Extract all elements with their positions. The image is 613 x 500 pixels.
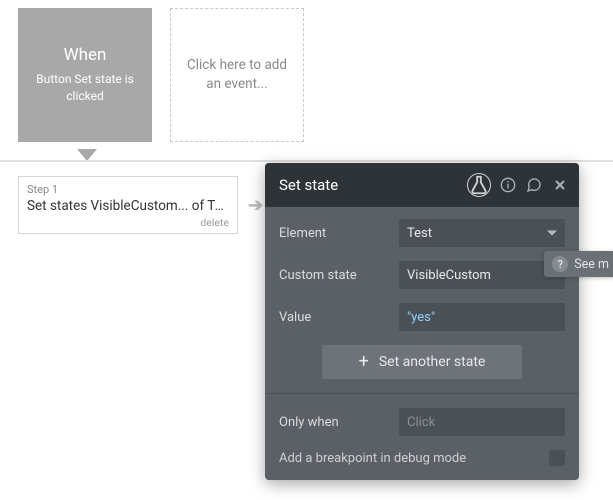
select-custom-state-value: VisibleCustom bbox=[407, 268, 491, 283]
event-subtitle: Button Set state is clicked bbox=[26, 71, 144, 105]
event-add-card[interactable]: Click here to add an event... bbox=[170, 8, 304, 142]
input-value[interactable]: "yes" bbox=[399, 303, 565, 331]
see-more-text: See m bbox=[574, 257, 609, 272]
panel-title: Set state bbox=[279, 176, 467, 194]
row-value: Value "yes" bbox=[279, 303, 565, 331]
help-icon: ? bbox=[552, 256, 568, 272]
label-element: Element bbox=[279, 226, 399, 241]
flask-icon[interactable] bbox=[467, 173, 491, 197]
plus-icon: + bbox=[359, 353, 369, 371]
label-breakpoint: Add a breakpoint in debug mode bbox=[279, 451, 466, 466]
label-value: Value bbox=[279, 310, 399, 325]
arrow-right-icon: ➔ bbox=[248, 195, 263, 216]
row-only-when: Only when Click bbox=[279, 408, 565, 436]
step-number-label: Step 1 bbox=[27, 183, 229, 196]
row-custom-state: Custom state VisibleCustom bbox=[279, 261, 565, 289]
select-element-value: Test bbox=[407, 226, 432, 241]
steps-row: Step 1 Set states VisibleCustom... of Te… bbox=[18, 176, 263, 234]
property-panel: Set state Element Test Custom st bbox=[265, 163, 579, 480]
panel-divider bbox=[265, 393, 579, 394]
label-custom-state: Custom state bbox=[279, 268, 399, 283]
select-custom-state[interactable]: VisibleCustom bbox=[399, 261, 565, 289]
panel-header: Set state bbox=[265, 163, 579, 207]
event-add-text: Click here to add an event... bbox=[179, 56, 295, 94]
step-description: Set states VisibleCustom... of Test bbox=[27, 198, 229, 214]
panel-body: Element Test Custom state VisibleCustom … bbox=[265, 207, 579, 480]
input-only-when[interactable]: Click bbox=[399, 408, 565, 436]
breakpoint-checkbox[interactable] bbox=[549, 450, 565, 466]
step-delete-link[interactable]: delete bbox=[27, 216, 229, 229]
event-title: When bbox=[64, 45, 107, 65]
event-card-selected[interactable]: When Button Set state is clicked bbox=[18, 8, 152, 142]
chevron-down-icon bbox=[547, 231, 557, 236]
set-another-state-button[interactable]: + Set another state bbox=[322, 345, 522, 379]
horizontal-divider bbox=[0, 160, 613, 162]
see-more-tab[interactable]: ? See m bbox=[544, 251, 613, 277]
events-row: When Button Set state is clicked Click h… bbox=[0, 0, 613, 142]
row-breakpoint: Add a breakpoint in debug mode bbox=[279, 450, 565, 466]
label-only-when: Only when bbox=[279, 415, 399, 430]
row-element: Element Test bbox=[279, 219, 565, 247]
comment-icon[interactable] bbox=[525, 176, 543, 194]
step-card[interactable]: Step 1 Set states VisibleCustom... of Te… bbox=[18, 176, 238, 234]
only-when-placeholder: Click bbox=[407, 415, 435, 430]
input-value-text: "yes" bbox=[407, 310, 435, 325]
set-another-state-label: Set another state bbox=[379, 354, 485, 370]
info-icon[interactable] bbox=[499, 176, 517, 194]
select-element[interactable]: Test bbox=[399, 219, 565, 247]
close-icon[interactable] bbox=[551, 176, 569, 194]
